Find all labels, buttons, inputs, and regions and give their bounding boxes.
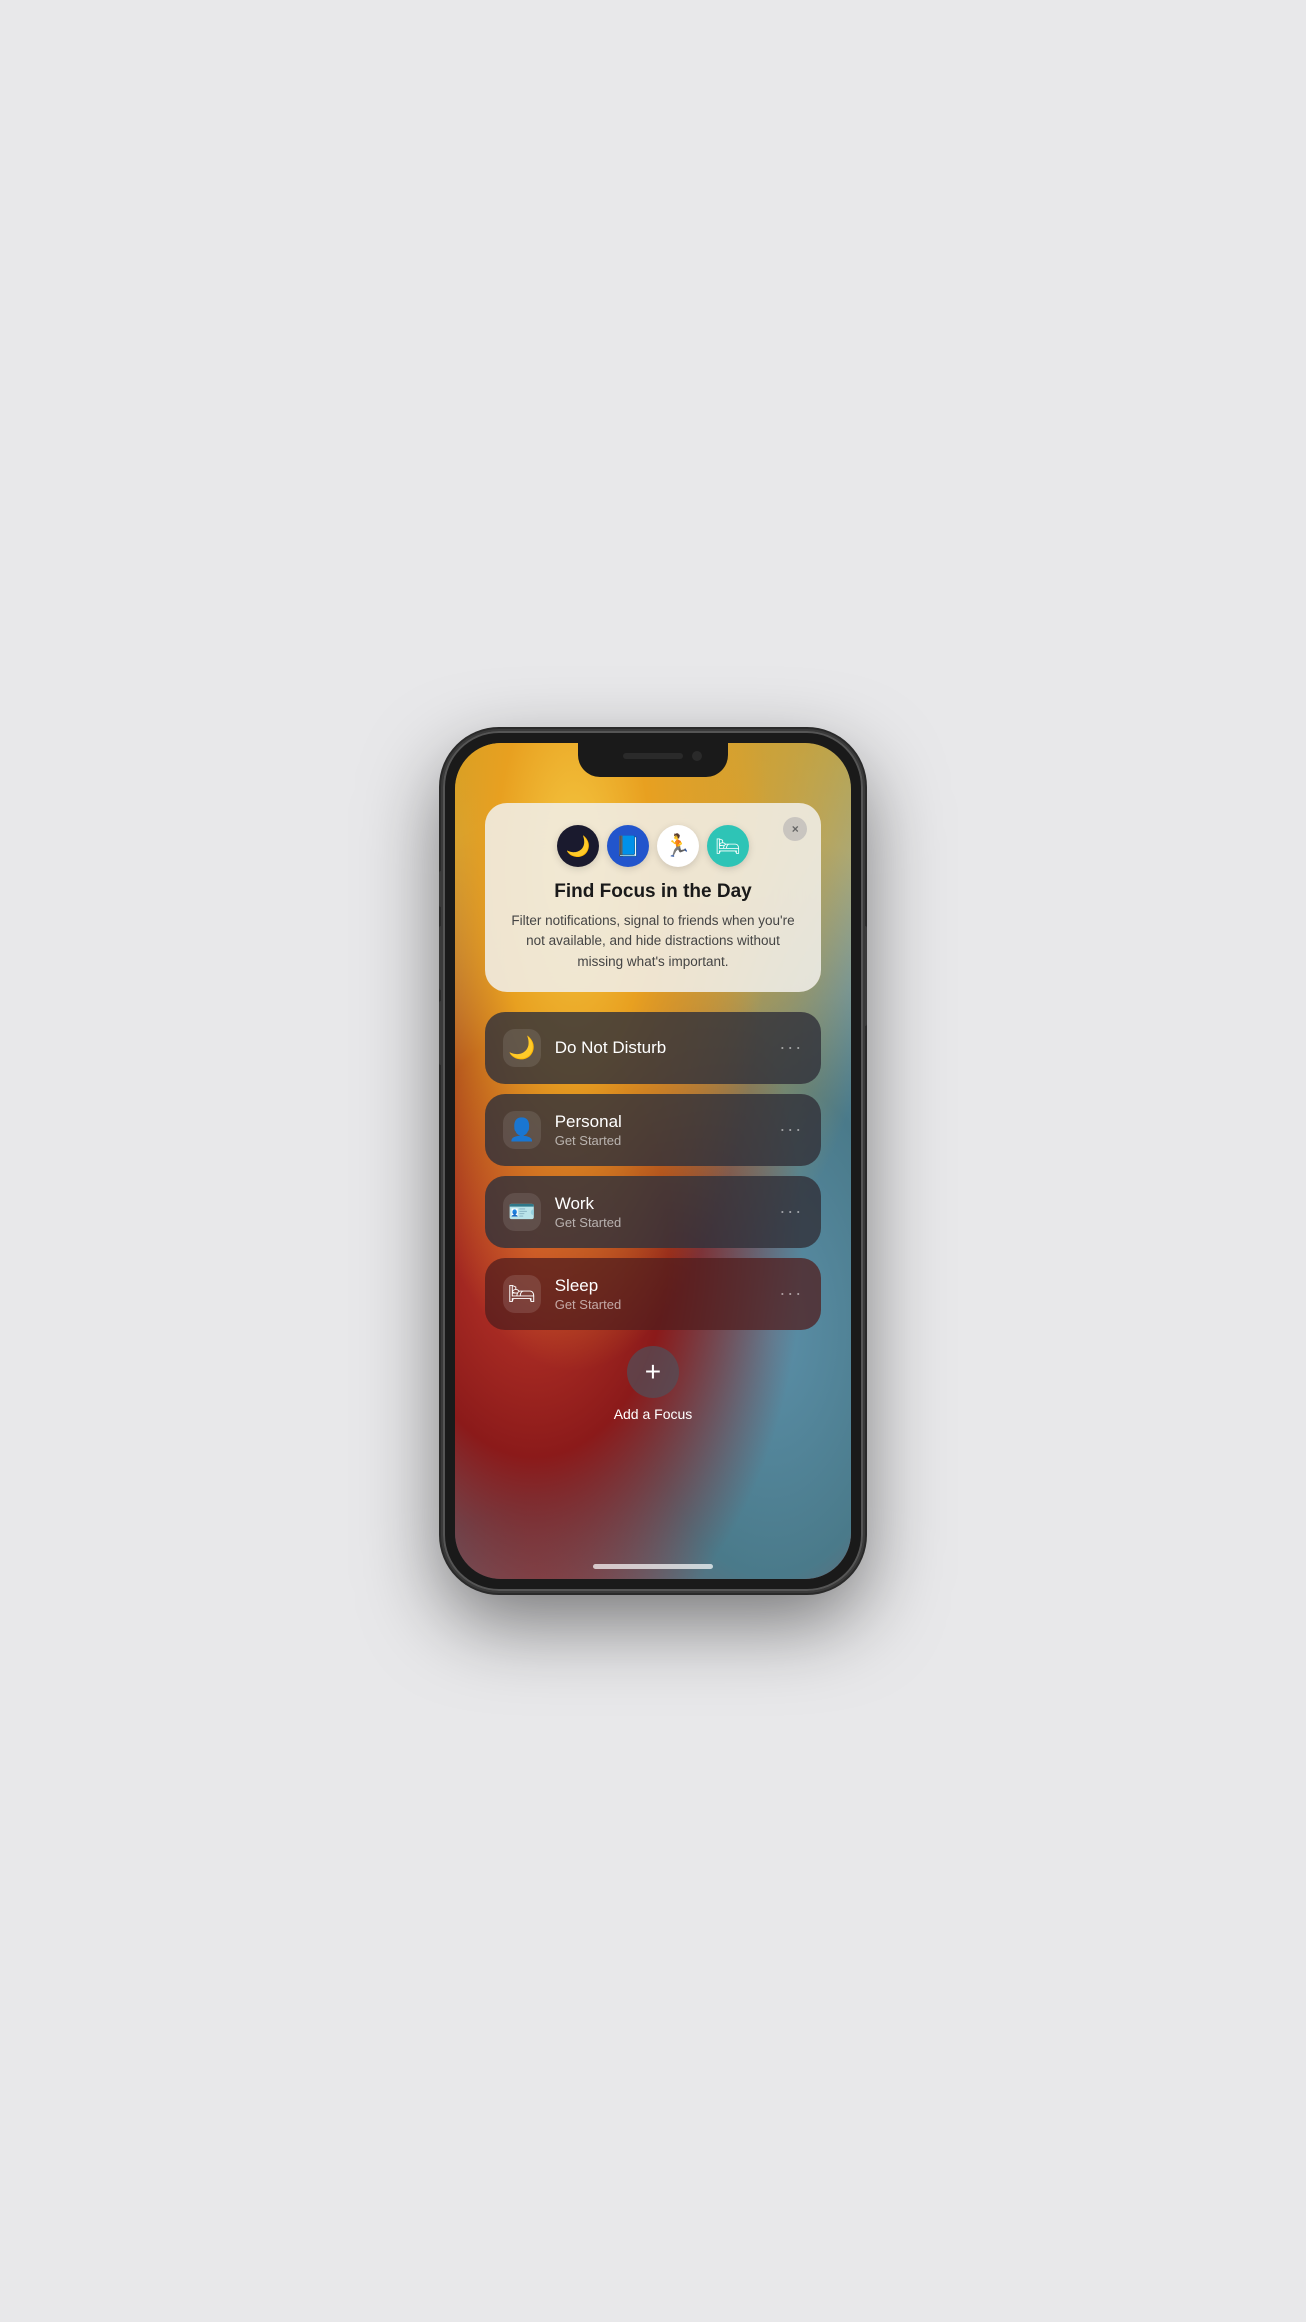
- focus-card-description: Filter notifications, signal to friends …: [505, 911, 802, 972]
- moon-focus-icon: 🌙: [557, 825, 599, 867]
- mute-button: [439, 871, 443, 907]
- sleep-subtitle: Get Started: [555, 1297, 772, 1312]
- volume-up-button: [439, 926, 443, 990]
- do-not-disturb-item[interactable]: 🌙 Do Not Disturb ···: [485, 1012, 822, 1084]
- volume-down-button: [439, 1001, 443, 1065]
- work-text: Work Get Started: [555, 1194, 772, 1230]
- add-focus-label: Add a Focus: [614, 1406, 693, 1422]
- do-not-disturb-text: Do Not Disturb: [555, 1038, 772, 1058]
- add-focus-container: + Add a Focus: [614, 1346, 693, 1422]
- book-focus-icon: 📘: [607, 825, 649, 867]
- work-item[interactable]: 🪪 Work Get Started ···: [485, 1176, 822, 1248]
- sleep-name: Sleep: [555, 1276, 772, 1296]
- do-not-disturb-name: Do Not Disturb: [555, 1038, 772, 1058]
- sleep-text: Sleep Get Started: [555, 1276, 772, 1312]
- personal-icon: 👤: [503, 1111, 541, 1149]
- personal-subtitle: Get Started: [555, 1133, 772, 1148]
- phone-frame: × 🌙 📘 🏃 🛏 Find Focus in the Day Filter n…: [443, 731, 863, 1591]
- work-more-icon[interactable]: ···: [779, 1201, 803, 1222]
- focus-info-card: × 🌙 📘 🏃 🛏 Find Focus in the Day Filter n…: [485, 803, 822, 992]
- work-subtitle: Get Started: [555, 1215, 772, 1230]
- sleep-item[interactable]: 🛏 Sleep Get Started ···: [485, 1258, 822, 1330]
- notch: [578, 743, 728, 777]
- sleep-focus-icon: 🛏: [707, 825, 749, 867]
- work-icon: 🪪: [503, 1193, 541, 1231]
- personal-name: Personal: [555, 1112, 772, 1132]
- run-focus-icon: 🏃: [657, 825, 699, 867]
- personal-more-icon[interactable]: ···: [779, 1119, 803, 1140]
- focus-card-title: Find Focus in the Day: [505, 881, 802, 903]
- sleep-more-icon[interactable]: ···: [779, 1283, 803, 1304]
- focus-list: 🌙 Do Not Disturb ··· 👤 Personal Get Star…: [485, 1012, 822, 1330]
- phone-screen: × 🌙 📘 🏃 🛏 Find Focus in the Day Filter n…: [455, 743, 851, 1579]
- personal-text: Personal Get Started: [555, 1112, 772, 1148]
- plus-icon: +: [645, 1358, 661, 1386]
- screen-content: × 🌙 📘 🏃 🛏 Find Focus in the Day Filter n…: [455, 743, 851, 1579]
- speaker: [623, 753, 683, 759]
- work-name: Work: [555, 1194, 772, 1214]
- add-focus-button[interactable]: +: [627, 1346, 679, 1398]
- close-icon: ×: [792, 823, 799, 835]
- power-button: [863, 926, 867, 1026]
- focus-icons-row: 🌙 📘 🏃 🛏: [505, 825, 802, 867]
- do-not-disturb-icon: 🌙: [503, 1029, 541, 1067]
- sleep-icon: 🛏: [503, 1275, 541, 1313]
- do-not-disturb-more-icon[interactable]: ···: [779, 1037, 803, 1058]
- close-button[interactable]: ×: [783, 817, 807, 841]
- personal-item[interactable]: 👤 Personal Get Started ···: [485, 1094, 822, 1166]
- front-camera: [692, 751, 702, 761]
